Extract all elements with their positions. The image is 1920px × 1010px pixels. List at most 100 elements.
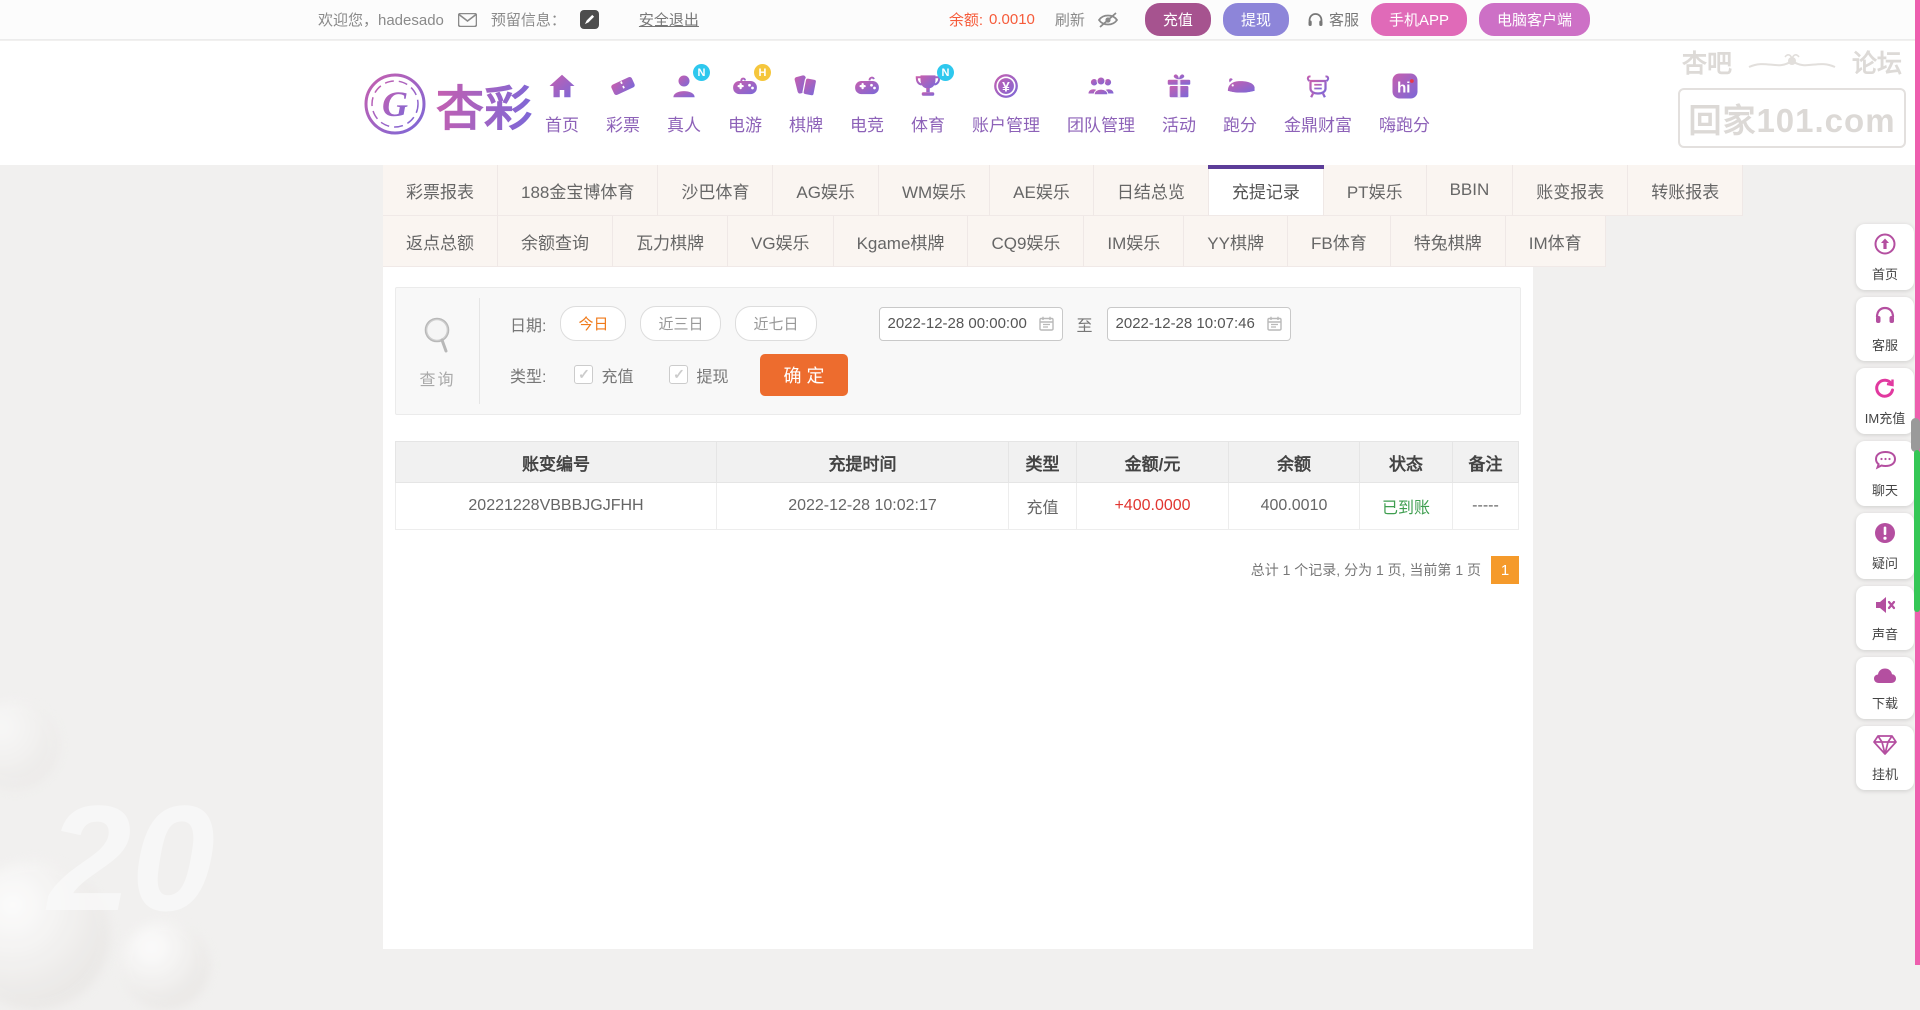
type-label: 类型: [510, 363, 546, 387]
tab-im-sport[interactable]: IM体育 [1506, 216, 1606, 267]
quick-3days-button[interactable]: 近三日 [640, 306, 721, 341]
background-year-text: 20 [48, 772, 215, 945]
scrollbar-thumb[interactable] [1914, 450, 1920, 612]
nav-item-account[interactable]: ¥ 账户管理 [972, 71, 1040, 136]
tab-saba-sport[interactable]: 沙巴体育 [658, 165, 773, 216]
confirm-button[interactable]: 确 定 [760, 354, 847, 396]
sidebar-item-question[interactable]: 疑问 [1856, 513, 1914, 579]
nav-item-sports[interactable]: N 体育 [911, 71, 945, 136]
sidebar-item-service[interactable]: 客服 [1856, 297, 1914, 361]
tab-wm[interactable]: WM娱乐 [879, 165, 990, 216]
reserved-info-label: 预留信息： [491, 9, 566, 30]
nav-item-home[interactable]: 首页 [545, 71, 579, 136]
tab-deposit-withdraw-records[interactable]: 充提记录 [1209, 165, 1324, 216]
nav-item-boardgames[interactable]: 棋牌 [789, 71, 823, 136]
sidebar-item-sound[interactable]: 声音 [1856, 586, 1914, 650]
tab-rebate-total[interactable]: 返点总额 [383, 216, 498, 267]
nav-item-lottery[interactable]: 彩票 [606, 71, 640, 136]
date-from-value: 2022-12-28 00:00:00 [888, 315, 1027, 332]
site-logo[interactable]: G 杏彩 [362, 69, 532, 139]
tab-kgame[interactable]: Kgame棋牌 [834, 216, 969, 267]
home-top-icon [1873, 232, 1897, 261]
nav-item-live[interactable]: N 真人 [667, 71, 701, 136]
sidebar-label: 下载 [1872, 693, 1898, 712]
question-icon [1873, 521, 1897, 550]
tab-fb-sport[interactable]: FB体育 [1288, 216, 1391, 267]
nav-item-egames[interactable]: H 电游 [728, 71, 762, 136]
svg-text:G: G [382, 84, 408, 124]
nav-item-team[interactable]: 团队管理 [1067, 71, 1135, 136]
scrollbar-handle[interactable] [1911, 418, 1920, 452]
cell-change-id: 20221228VBBBJGJFHH [396, 483, 717, 530]
calendar-icon[interactable] [1039, 316, 1054, 331]
message-envelope-icon[interactable] [458, 13, 477, 27]
tab-tetu[interactable]: 特兔棋牌 [1391, 216, 1506, 267]
nav-label: 电游 [728, 111, 762, 136]
tab-ae[interactable]: AE娱乐 [990, 165, 1094, 216]
sidebar-item-home[interactable]: 首页 [1856, 224, 1914, 290]
nav-label: 账户管理 [972, 111, 1040, 136]
tab-account-change-report[interactable]: 账变报表 [1513, 165, 1628, 216]
pc-client-button[interactable]: 电脑客户端 [1479, 3, 1590, 36]
new-badge: N [693, 64, 710, 81]
query-filter: 查询 日期: 今日 近三日 近七日 2022-12-28 00:00:00 至 … [395, 287, 1521, 415]
nav-item-promotions[interactable]: 活动 [1162, 71, 1196, 136]
deposit-checkbox[interactable]: ✓ 充值 [574, 363, 633, 387]
topbar-left: 欢迎您，hadesado 预留信息： 安全退出 [318, 9, 699, 30]
team-icon [1086, 71, 1116, 106]
date-to-input[interactable]: 2022-12-28 10:07:46 [1107, 307, 1291, 341]
page-1-button[interactable]: 1 [1491, 556, 1519, 584]
nav-item-paofen[interactable]: 跑分 [1223, 71, 1257, 136]
date-from-input[interactable]: 2022-12-28 00:00:00 [879, 307, 1063, 341]
tab-bbin[interactable]: BBIN [1427, 165, 1514, 216]
nav-item-jinding[interactable]: 金鼎财富 [1284, 71, 1352, 136]
customer-service-link[interactable]: 客服 [1307, 9, 1359, 30]
tab-pt[interactable]: PT娱乐 [1324, 165, 1427, 216]
calendar-icon[interactable] [1267, 316, 1282, 331]
eye-off-icon[interactable] [1097, 12, 1119, 28]
quick-today-button[interactable]: 今日 [560, 306, 626, 341]
sidebar-item-im-recharge[interactable]: IM充值 [1856, 368, 1914, 434]
search-icon [418, 313, 458, 360]
col-type: 类型 [1009, 442, 1077, 483]
tab-188-sport[interactable]: 188金宝博体育 [498, 165, 658, 216]
sidebar-label: 挂机 [1872, 764, 1898, 783]
withdraw-checkbox[interactable]: ✓ 提现 [669, 363, 728, 387]
tab-im[interactable]: IM娱乐 [1084, 216, 1184, 267]
cell-amount: +400.0000 [1077, 483, 1229, 530]
cell-type: 充值 [1009, 483, 1077, 530]
sound-off-icon [1873, 594, 1897, 621]
refresh-link[interactable]: 刷新 [1055, 9, 1085, 30]
edit-reserved-button[interactable] [580, 10, 599, 29]
tab-yy[interactable]: YY棋牌 [1184, 216, 1288, 267]
logout-link[interactable]: 安全退出 [639, 9, 699, 30]
main-nav: 首页 彩票 N 真人 H 电游 棋牌 电竞 N 体育 ¥ [545, 71, 1430, 136]
query-label: 查询 [419, 366, 455, 390]
tab-row-2: 返点总额 余额查询 瓦力棋牌 VG娱乐 Kgame棋牌 CQ9娱乐 IM娱乐 Y… [383, 216, 1533, 267]
balance-value: 0.0010 [989, 11, 1035, 28]
sidebar-item-idle[interactable]: 挂机 [1856, 726, 1914, 790]
sidebar-item-chat[interactable]: 聊天 [1856, 441, 1914, 506]
date-label: 日期: [510, 312, 546, 336]
withdraw-button[interactable]: 提现 [1223, 3, 1289, 36]
tab-daily-summary[interactable]: 日结总览 [1094, 165, 1209, 216]
filter-fields: 日期: 今日 近三日 近七日 2022-12-28 00:00:00 至 202… [480, 288, 1520, 414]
nav-item-esports[interactable]: 电竞 [850, 71, 884, 136]
sidebar-item-download[interactable]: 下载 [1856, 657, 1914, 719]
tab-transfer-report[interactable]: 转账报表 [1628, 165, 1743, 216]
coin-icon: ¥ [991, 71, 1021, 106]
tab-balance-query[interactable]: 余额查询 [498, 216, 613, 267]
cell-balance: 400.0010 [1229, 483, 1360, 530]
mobile-app-button[interactable]: 手机APP [1371, 3, 1467, 36]
tab-wali[interactable]: 瓦力棋牌 [613, 216, 728, 267]
flourish-ornament [1747, 49, 1837, 75]
deposit-button[interactable]: 充值 [1145, 3, 1211, 36]
quick-7days-button[interactable]: 近七日 [735, 306, 816, 341]
tab-ag[interactable]: AG娱乐 [773, 165, 879, 216]
tab-vg[interactable]: VG娱乐 [728, 216, 834, 267]
recharge-icon [1873, 376, 1897, 405]
chat-icon [1873, 449, 1898, 477]
tab-lottery-report[interactable]: 彩票报表 [383, 165, 498, 216]
tab-cq9[interactable]: CQ9娱乐 [968, 216, 1084, 267]
nav-item-hipaofen[interactable]: hi 嗨跑分 [1379, 71, 1430, 136]
